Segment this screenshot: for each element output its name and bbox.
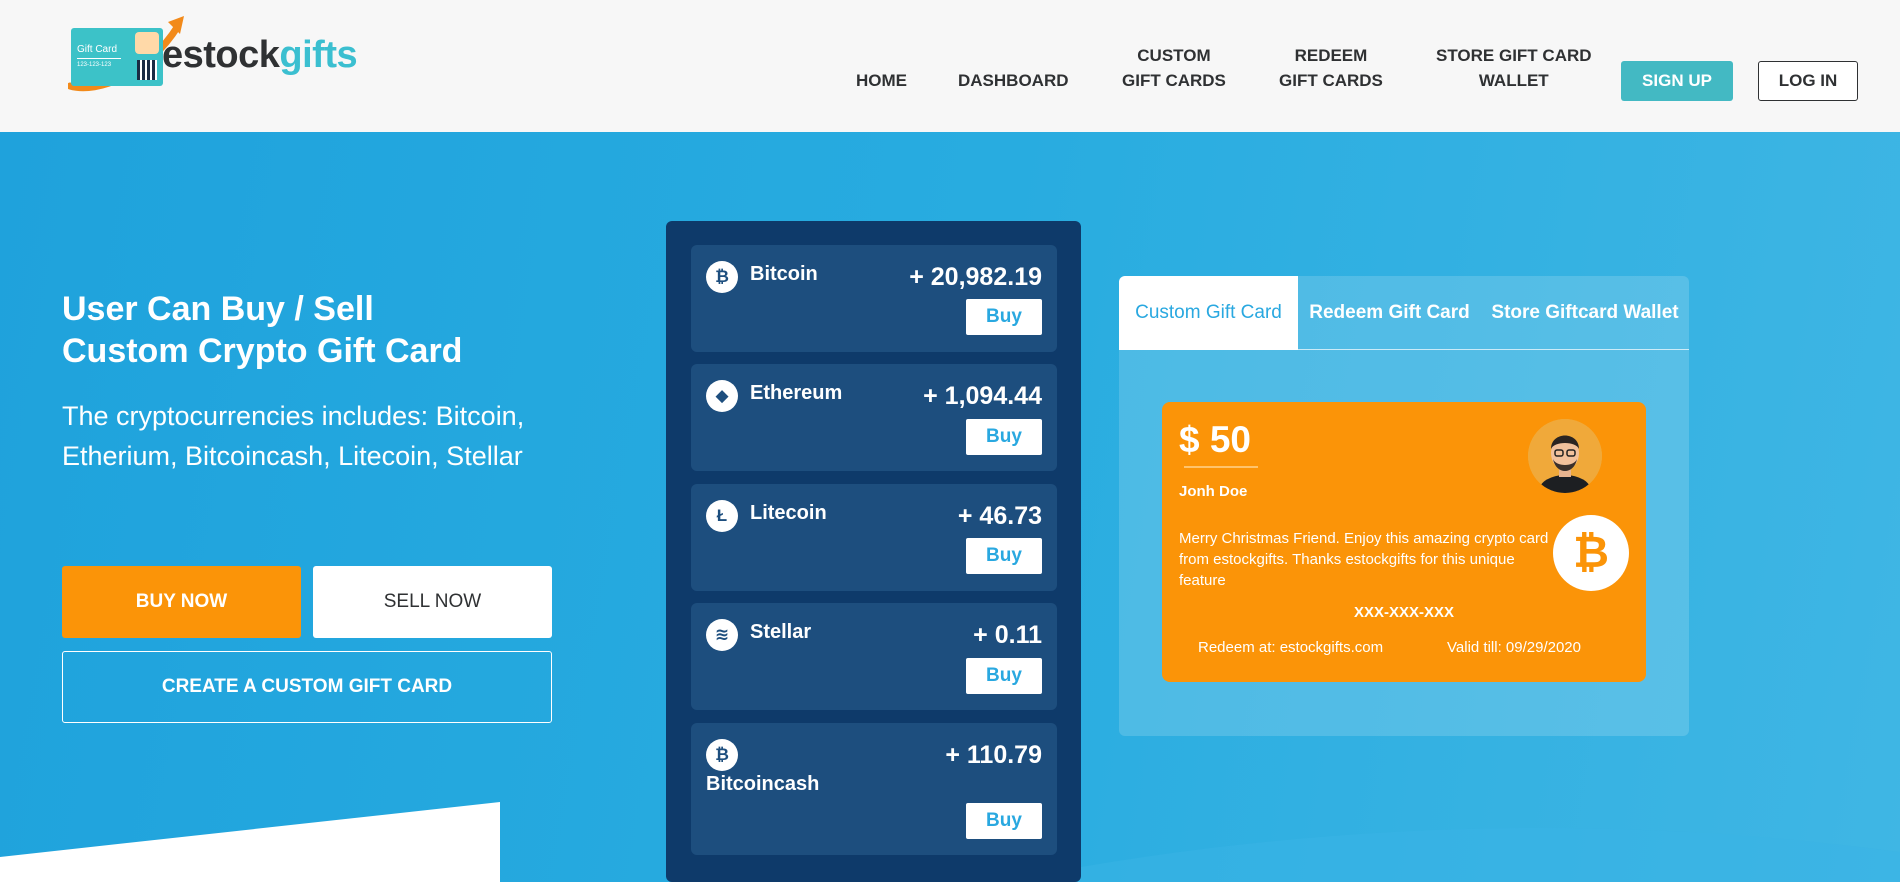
signup-button[interactable]: SIGN UP bbox=[1621, 61, 1733, 101]
nav-redeem-gift-cards[interactable]: REDEEM GIFT CARDS bbox=[1279, 43, 1383, 93]
amount-underline bbox=[1184, 466, 1258, 468]
coin-value: + 46.73 bbox=[957, 502, 1042, 530]
coin-card-bitcoincash: ₿ Bitcoincash + 110.79 Buy bbox=[691, 723, 1057, 855]
hero-subtitle: The cryptocurrencies includes: Bitcoin, … bbox=[62, 401, 525, 471]
bitcoin-icon: ₿ bbox=[706, 261, 738, 293]
coin-value: + 1,094.44 bbox=[923, 382, 1042, 410]
ethereum-icon: ◆ bbox=[706, 380, 738, 412]
buy-stellar-button[interactable]: Buy bbox=[966, 658, 1042, 694]
coin-name: Bitcoincash bbox=[706, 773, 820, 795]
gift-card-recipient: Jonh Doe bbox=[1179, 483, 1248, 500]
hero-title: User Can Buy / Sell Custom Crypto Gift C… bbox=[62, 290, 463, 370]
gift-card-code: XXX-XXX-XXX bbox=[1353, 604, 1455, 621]
estockgifts-logo[interactable]: Gift Card 123-123-123 estockgifts bbox=[68, 12, 378, 92]
gift-card-message: Merry Christmas Friend. Enjoy this amazi… bbox=[1179, 530, 1549, 589]
bitcoincash-icon: ₿ bbox=[706, 739, 738, 771]
logo-card-number: 123-123-123 bbox=[77, 62, 112, 68]
coin-card-ethereum: ◆ Ethereum + 1,094.44 Buy bbox=[691, 364, 1057, 471]
coin-name: Ethereum bbox=[750, 382, 843, 404]
tab-redeem-gift-card[interactable]: Redeem Gift Card bbox=[1298, 276, 1481, 350]
litecoin-icon: Ł bbox=[706, 500, 738, 532]
coin-card-stellar: ≋ Stellar + 0.11 Buy bbox=[691, 603, 1057, 710]
logo-card-label: Gift Card bbox=[77, 44, 118, 55]
login-button[interactable]: LOG IN bbox=[1758, 61, 1858, 101]
coin-name: Stellar bbox=[750, 621, 812, 643]
site-header: Gift Card 123-123-123 estockgifts HOME D… bbox=[0, 0, 1900, 132]
buy-bitcoin-button[interactable]: Buy bbox=[966, 299, 1042, 335]
nav-custom-gift-cards[interactable]: CUSTOM GIFT CARDS bbox=[1122, 43, 1226, 93]
stellar-icon: ≋ bbox=[706, 619, 738, 651]
coin-value: + 0.11 bbox=[973, 621, 1042, 649]
gift-card-redeem-at: Redeem at: estockgifts.com bbox=[1198, 639, 1384, 656]
buy-ethereum-button[interactable]: Buy bbox=[966, 419, 1042, 455]
bitcoin-icon: ₿ bbox=[1553, 515, 1629, 591]
gift-card-widget: Custom Gift Card Redeem Gift Card Store … bbox=[1119, 276, 1689, 736]
tab-store-giftcard-wallet[interactable]: Store Giftcard Wallet bbox=[1481, 276, 1689, 350]
buy-litecoin-button[interactable]: Buy bbox=[966, 538, 1042, 574]
create-custom-gift-card-button[interactable]: CREATE A CUSTOM GIFT CARD bbox=[62, 651, 552, 723]
gift-card-valid-till: Valid till: 09/29/2020 bbox=[1447, 639, 1581, 656]
nav-dashboard[interactable]: DASHBOARD bbox=[958, 68, 1069, 93]
coin-value: + 20,982.19 bbox=[909, 263, 1042, 291]
avatar bbox=[1528, 419, 1602, 493]
crypto-price-panel: ₿ Bitcoin + 20,982.19 Buy ◆ Ethereum + 1… bbox=[666, 221, 1081, 882]
nav-home[interactable]: HOME bbox=[856, 68, 907, 93]
buy-bitcoincash-button[interactable]: Buy bbox=[966, 803, 1042, 839]
coin-name: Bitcoin bbox=[750, 263, 818, 285]
coin-card-bitcoin: ₿ Bitcoin + 20,982.19 Buy bbox=[691, 245, 1057, 352]
gift-card-tabs: Custom Gift Card Redeem Gift Card Store … bbox=[1119, 276, 1689, 350]
hero-section: User Can Buy / Sell Custom Crypto Gift C… bbox=[0, 132, 1900, 882]
coin-card-litecoin: Ł Litecoin + 46.73 Buy bbox=[691, 484, 1057, 591]
tab-custom-gift-card[interactable]: Custom Gift Card bbox=[1119, 276, 1298, 350]
buy-now-button[interactable]: BUY NOW bbox=[62, 566, 301, 638]
nav-store-gift-card-wallet[interactable]: STORE GIFT CARD WALLET bbox=[1436, 43, 1592, 93]
sell-now-button[interactable]: SELL NOW bbox=[313, 566, 552, 638]
logo-wordmark: estockgifts bbox=[162, 34, 358, 76]
coin-value: + 110.79 bbox=[945, 741, 1042, 769]
gift-card-preview: $ 50 Jonh Doe Merry Christmas Friend. En… bbox=[1162, 402, 1646, 682]
gift-card-amount: $ 50 bbox=[1179, 419, 1252, 460]
coin-name: Litecoin bbox=[750, 502, 827, 524]
logo-card-icon: Gift Card 123-123-123 bbox=[71, 28, 163, 86]
